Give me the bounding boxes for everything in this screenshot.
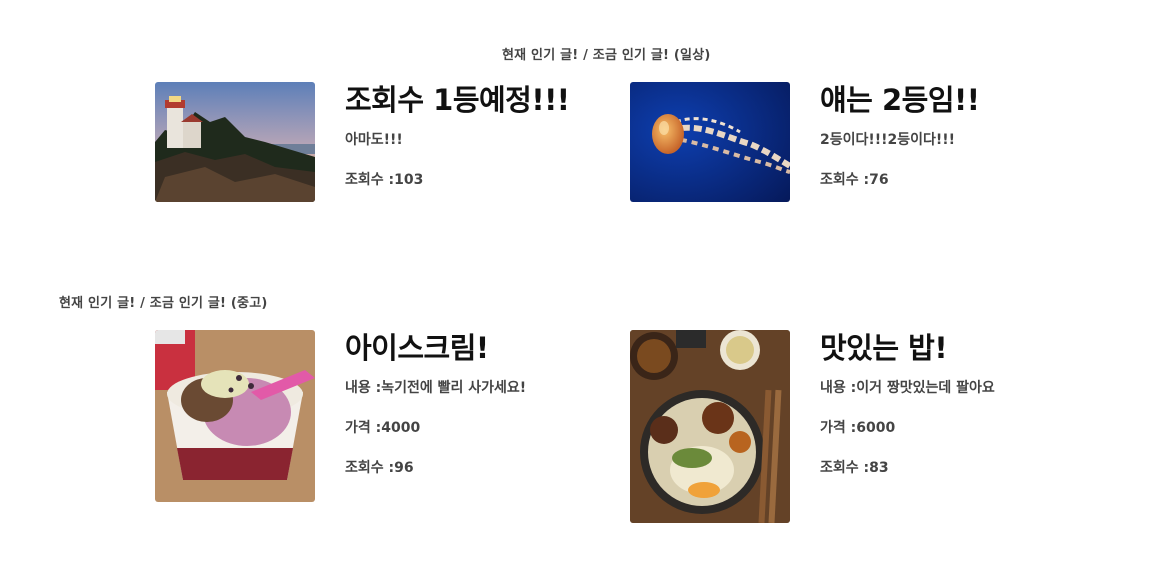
- daily-popular-heading: 현재 인기 글! / 조금 인기 글! (일상): [502, 48, 711, 63]
- post-content: 아마도!!!: [345, 132, 403, 148]
- post-title[interactable]: 조회수 1등예정!!!: [345, 82, 570, 118]
- post-views: 조회수 :83: [820, 459, 889, 477]
- price-label: 가격 :: [820, 420, 857, 436]
- views-value: 96: [394, 460, 414, 476]
- used-post-card-2[interactable]: 맛있는 밥! 내용 :이거 짱맛있는데 팔아요 가격 :6000 조회수 :83: [630, 330, 1050, 523]
- views-value: 76: [869, 172, 889, 188]
- used-popular-heading: 현재 인기 글! / 조금 인기 글! (중고): [59, 296, 268, 311]
- post-content: 내용 :녹기전에 빨리 사가세요!: [345, 379, 526, 397]
- post-title[interactable]: 얘는 2등임!!: [820, 82, 980, 118]
- views-value: 83: [869, 460, 889, 476]
- post-content: 2등이다!!!2등이다!!!: [820, 132, 956, 148]
- jellyfish-photo[interactable]: [630, 82, 790, 202]
- views-label: 조회수 :: [345, 460, 395, 476]
- post-content: 내용 :이거 짱맛있는데 팔아요: [820, 379, 995, 397]
- ice-cream-photo[interactable]: [155, 330, 315, 502]
- views-label: 조회수 :: [345, 172, 395, 188]
- post-views: 조회수 :76: [820, 171, 889, 189]
- content-value: 이거 짱맛있는데 팔아요: [856, 380, 995, 396]
- post-price: 가격 :4000: [345, 419, 420, 437]
- price-label: 가격 :: [345, 420, 382, 436]
- views-label: 조회수 :: [820, 172, 870, 188]
- content-label: 내용 :: [345, 380, 382, 396]
- post-views: 조회수 :96: [345, 459, 414, 477]
- price-value: 4000: [381, 420, 421, 436]
- post-title[interactable]: 아이스크림!: [345, 330, 489, 366]
- daily-post-card-2[interactable]: 얘는 2등임!! 2등이다!!!2등이다!!! 조회수 :76: [630, 82, 1050, 202]
- post-views: 조회수 :103: [345, 171, 423, 189]
- views-label: 조회수 :: [820, 460, 870, 476]
- views-value: 103: [394, 172, 424, 188]
- rice-bowl-photo[interactable]: [630, 330, 790, 523]
- used-post-card-1[interactable]: 아이스크림! 내용 :녹기전에 빨리 사가세요! 가격 :4000 조회수 :9…: [155, 330, 575, 502]
- post-price: 가격 :6000: [820, 419, 895, 437]
- content-value: 녹기전에 빨리 사가세요!: [381, 380, 527, 396]
- post-title[interactable]: 맛있는 밥!: [820, 330, 948, 366]
- price-value: 6000: [856, 420, 896, 436]
- content-label: 내용 :: [820, 380, 857, 396]
- lighthouse-photo[interactable]: [155, 82, 315, 202]
- daily-post-card-1[interactable]: 조회수 1등예정!!! 아마도!!! 조회수 :103: [155, 82, 575, 202]
